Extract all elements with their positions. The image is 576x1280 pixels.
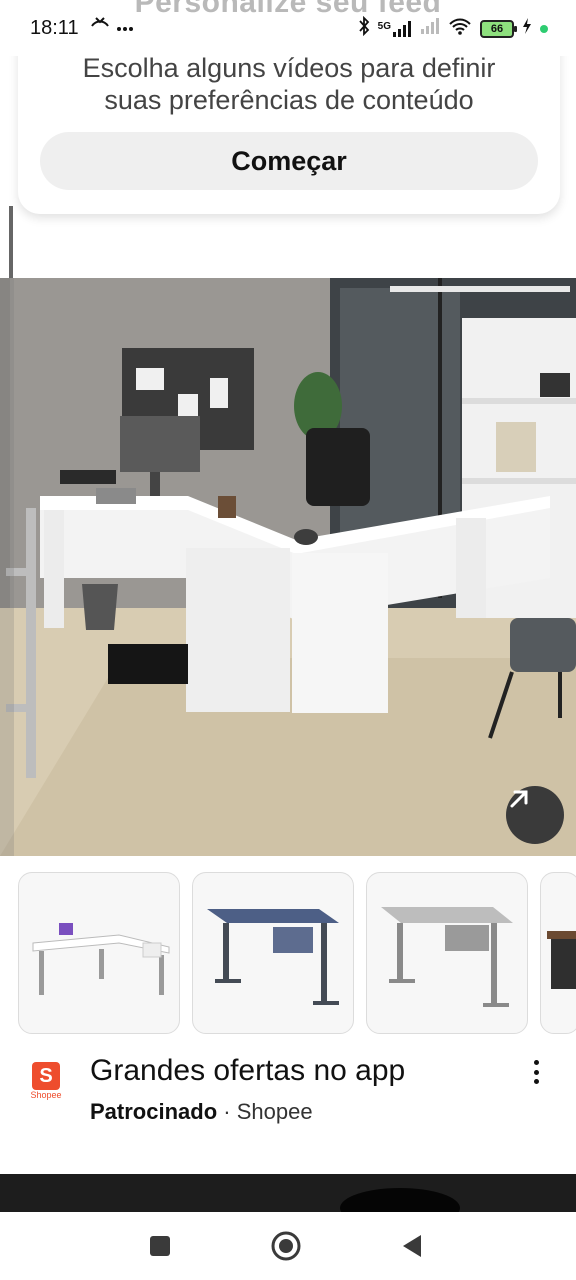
wifi-icon <box>448 17 472 40</box>
sponsored-label: Patrocinado <box>90 1099 218 1124</box>
shopee-logo-label: Shopee <box>30 1090 62 1100</box>
shopee-logo[interactable]: S Shopee <box>26 1058 66 1102</box>
product-thumbnails <box>18 872 576 1036</box>
ad-meta: Patrocinado · Shopee <box>90 1099 313 1125</box>
office-l-desk-photo <box>0 278 576 856</box>
dark-desk-thumb[interactable] <box>540 872 576 1034</box>
status-right-icons: 5G 66 <box>358 15 548 41</box>
notification-dot <box>540 24 548 33</box>
advertiser-name[interactable]: Shopee <box>237 1099 313 1124</box>
more-dots-icon <box>116 16 134 37</box>
more-vertical-icon[interactable] <box>524 1056 548 1088</box>
back-triangle-icon[interactable] <box>394 1228 430 1264</box>
bluetooth-icon <box>358 15 370 41</box>
signal-5g-icon: 5G <box>378 20 412 37</box>
charging-icon <box>522 18 532 39</box>
status-left-icons <box>90 16 134 37</box>
shopee-bag-icon: S <box>32 1062 60 1090</box>
gray-desk-thumb[interactable] <box>366 872 528 1034</box>
white-l-desk-thumb[interactable] <box>18 872 180 1034</box>
ad-title[interactable]: Grandes ofertas no app <box>90 1054 405 1088</box>
recents-square-icon[interactable] <box>142 1228 178 1264</box>
next-pin-preview[interactable] <box>0 1174 576 1212</box>
signal-icon <box>420 18 440 39</box>
status-time: 18:11 <box>30 17 79 39</box>
personalize-subtitle: Escolha alguns vídeos para definir suas … <box>82 53 496 115</box>
meta-separator: · <box>217 1099 237 1124</box>
system-nav-bar <box>0 1212 576 1280</box>
missed-call-icon <box>90 16 110 37</box>
battery-icon: 66 <box>480 19 517 38</box>
hero-pin-image[interactable] <box>0 278 576 856</box>
status-bar: Personalize seu feed 18:11 5G 66 <box>0 0 576 56</box>
scroll-indicator <box>9 206 13 280</box>
blue-desk-thumb[interactable] <box>192 872 354 1034</box>
expand-image-button[interactable] <box>506 786 564 844</box>
start-button[interactable]: Começar <box>40 132 538 190</box>
home-circle-icon[interactable] <box>268 1228 304 1264</box>
personalize-feed-card: Escolha alguns vídeos para definir suas … <box>18 36 560 214</box>
